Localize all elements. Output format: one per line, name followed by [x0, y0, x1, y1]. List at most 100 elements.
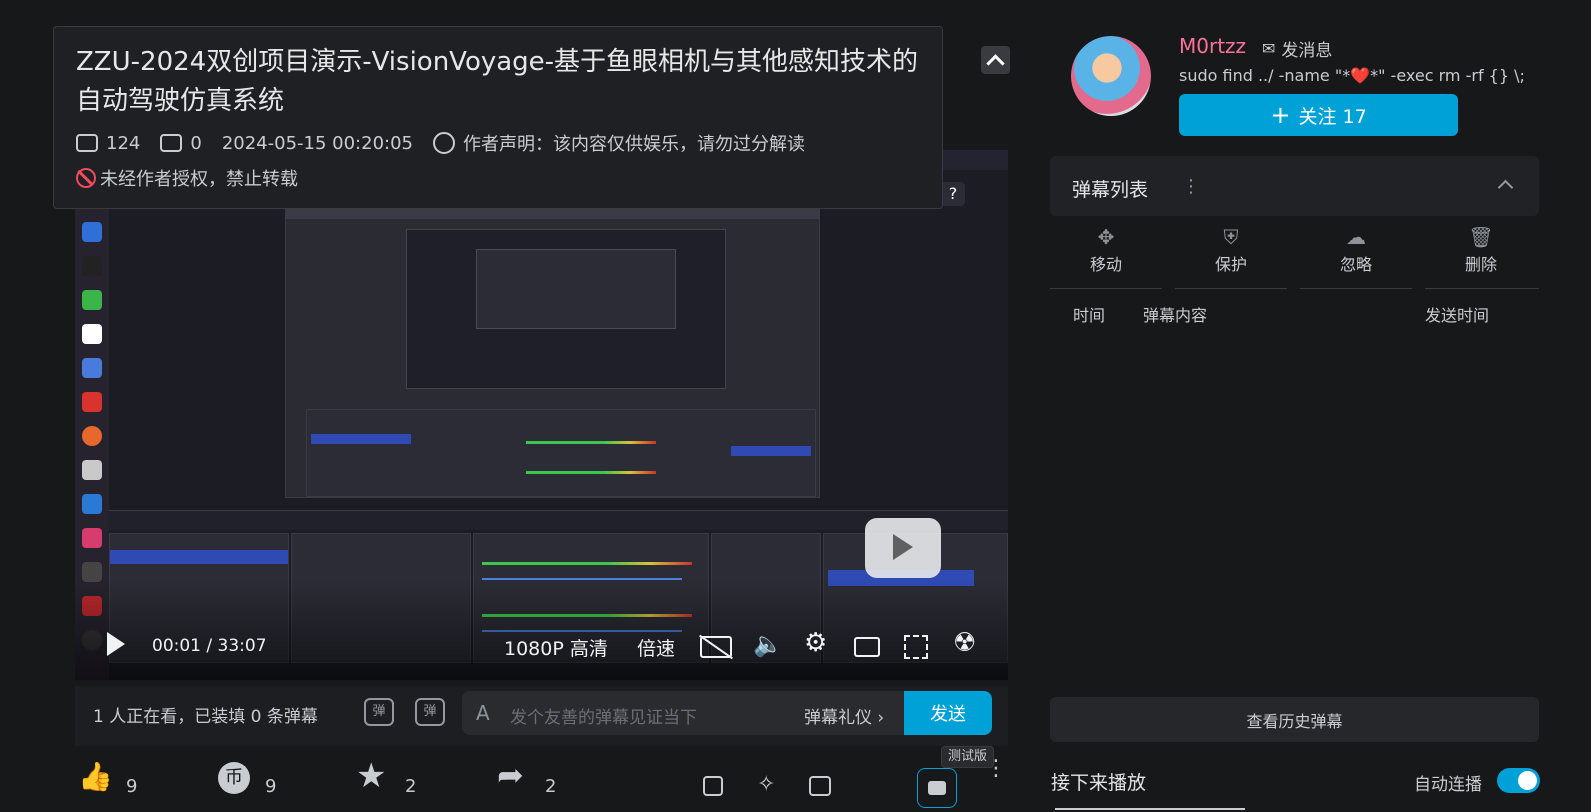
terminal-icon — [82, 562, 102, 582]
time-separator: / — [206, 636, 213, 656]
follow-label: 关注 17 — [1298, 105, 1367, 128]
no-repost-icon — [76, 168, 96, 188]
danmaku-settings-icon[interactable]: 弹 — [415, 698, 445, 726]
follow-button[interactable]: + 关注 17 — [1179, 94, 1458, 136]
warning-icon — [432, 132, 455, 154]
files-icon — [82, 460, 102, 480]
favorite-count: 2 — [405, 776, 417, 797]
history-danmaku-button[interactable]: 查看历史弹幕 — [1050, 697, 1539, 742]
divider — [1300, 288, 1412, 289]
favorite-icon[interactable]: ★ — [356, 756, 386, 796]
column-content[interactable]: 弹幕内容 — [1143, 302, 1207, 326]
video-meta: 124 0 2024-05-15 00:20:05 作者声明：该内容仅供娱乐，请… — [76, 131, 805, 155]
note-icon[interactable] — [703, 776, 723, 796]
danmaku-list-body — [1050, 216, 1539, 686]
settings-icon[interactable]: ⚙ — [804, 628, 827, 658]
divider — [1425, 288, 1539, 289]
tool-protect[interactable]: ⛨ 保护 — [1175, 225, 1287, 275]
divider — [1175, 288, 1287, 289]
danmaku-placeholder: 发个友善的弹幕见证当下 — [510, 708, 697, 728]
etiquette-label: 弹幕礼仪 — [804, 708, 872, 728]
widescreen-icon[interactable] — [854, 637, 880, 657]
vscode-icon — [82, 494, 102, 514]
mail-icon: ✉ — [1262, 39, 1276, 58]
radiation-icon[interactable]: ☢ — [953, 628, 976, 658]
controls-gradient — [75, 580, 1008, 680]
cloud-icon: ☁ — [1346, 225, 1366, 249]
author-statement: 作者声明：该内容仅供娱乐，请勿过分解读 — [462, 134, 805, 155]
quality-button[interactable]: 1080P 高清 — [504, 634, 608, 661]
tool-move-label: 移动 — [1089, 255, 1122, 274]
column-time[interactable]: 时间 — [1073, 302, 1105, 326]
speed-button[interactable]: 倍速 — [637, 634, 675, 661]
tv-icon — [928, 781, 946, 795]
danmaku-input[interactable]: A 发个友善的弹幕见证当下 弹幕礼仪 › — [462, 691, 908, 735]
text-format-icon[interactable]: A — [476, 701, 490, 725]
video-title: ZZU-2024双创项目演示-VisionVoyage-基于鱼眼相机与其他感知技… — [76, 47, 919, 116]
shield-icon: ⛨ — [1223, 225, 1239, 249]
fullscreen-icon[interactable] — [904, 635, 928, 659]
column-sent-time[interactable]: 发送时间 — [1425, 302, 1489, 326]
danmaku-list-header[interactable]: 弹幕列表 ⋮ — [1050, 156, 1539, 216]
collapse-info-button[interactable] — [981, 46, 1010, 74]
copyright-text: 未经作者授权，禁止转载 — [100, 169, 298, 190]
message-link[interactable]: ✉ 发消息 — [1262, 36, 1332, 61]
wps-icon — [82, 392, 102, 412]
help-icon: ? — [941, 182, 965, 206]
uploader-bio: sudo find ../ -name "*❤️*" -exec rm -rf … — [1179, 66, 1525, 85]
danmaku-count: 0 — [190, 132, 202, 154]
autoplay-toggle[interactable] — [1497, 768, 1540, 793]
chevron-up-icon — [986, 54, 1005, 73]
danmaku-toggle-icon[interactable] — [699, 634, 733, 660]
tool-delete-label: 删除 — [1464, 255, 1497, 274]
next-up-underline — [1055, 808, 1245, 810]
message-label: 发消息 — [1281, 41, 1333, 61]
stats-icon[interactable] — [809, 776, 831, 796]
play-count-icon — [76, 134, 98, 152]
coin-icon[interactable]: 币 — [218, 762, 250, 794]
watch-together-button[interactable] — [917, 768, 957, 808]
danmaku-list-title: 弹幕列表 — [1072, 179, 1149, 201]
time-display: 00:01 / 33:07 — [152, 636, 267, 656]
more-icon[interactable]: ⋮ — [985, 758, 1007, 780]
jetbrains-icon — [82, 528, 102, 548]
uploader-avatar[interactable] — [1071, 36, 1151, 116]
tool-protect-label: 保护 — [1214, 255, 1247, 274]
tool-delete[interactable]: 🗑 删除 — [1425, 225, 1537, 275]
danmaku-style-icon[interactable]: 弹 — [364, 698, 394, 726]
viewer-count: 1 人正在看，已装填 0 条弹幕 — [93, 707, 318, 727]
volume-icon[interactable]: 🔈 — [753, 630, 783, 658]
like-count: 9 — [126, 776, 138, 797]
firefox-icon — [82, 426, 102, 446]
share-count: 2 — [545, 776, 557, 797]
qq-icon — [82, 256, 102, 276]
publish-time: 2024-05-15 00:20:05 — [221, 132, 413, 154]
chevron-up-icon[interactable] — [1497, 179, 1514, 196]
tool-ignore[interactable]: ☁ 忽略 — [1300, 225, 1412, 275]
current-time: 00:01 — [152, 636, 201, 656]
sticker-icon[interactable]: ✧ — [757, 772, 775, 797]
next-up-title: 接下来播放 — [1051, 772, 1147, 794]
coin-count: 9 — [265, 776, 277, 797]
share-icon[interactable]: ➦ — [497, 756, 524, 794]
divider — [1050, 288, 1162, 289]
play-count: 124 — [106, 132, 141, 154]
send-button[interactable]: 发送 — [904, 691, 992, 735]
like-icon[interactable]: 👍 — [78, 760, 113, 793]
tool-ignore-label: 忽略 — [1339, 255, 1372, 274]
uploader-name[interactable]: M0rtzz — [1179, 34, 1246, 58]
plus-icon: + — [1270, 101, 1291, 129]
move-icon: ✥ — [1097, 225, 1115, 249]
video-player[interactable]: ? — [75, 150, 1008, 680]
autoplay-label: 自动连播 — [1414, 775, 1482, 795]
text-editor-icon — [82, 324, 102, 344]
tool-move[interactable]: ✥ 移动 — [1050, 225, 1162, 275]
play-button[interactable] — [107, 632, 125, 656]
download-icon — [82, 222, 102, 242]
copyright-notice: 未经作者授权，禁止转载 — [76, 165, 298, 191]
etiquette-link[interactable]: 弹幕礼仪 › — [804, 703, 884, 728]
trash-icon: 🗑 — [1468, 225, 1494, 249]
danmaku-count-icon — [160, 134, 183, 152]
duration: 33:07 — [217, 636, 267, 656]
menu-dots-icon[interactable]: ⋮ — [1182, 176, 1200, 197]
